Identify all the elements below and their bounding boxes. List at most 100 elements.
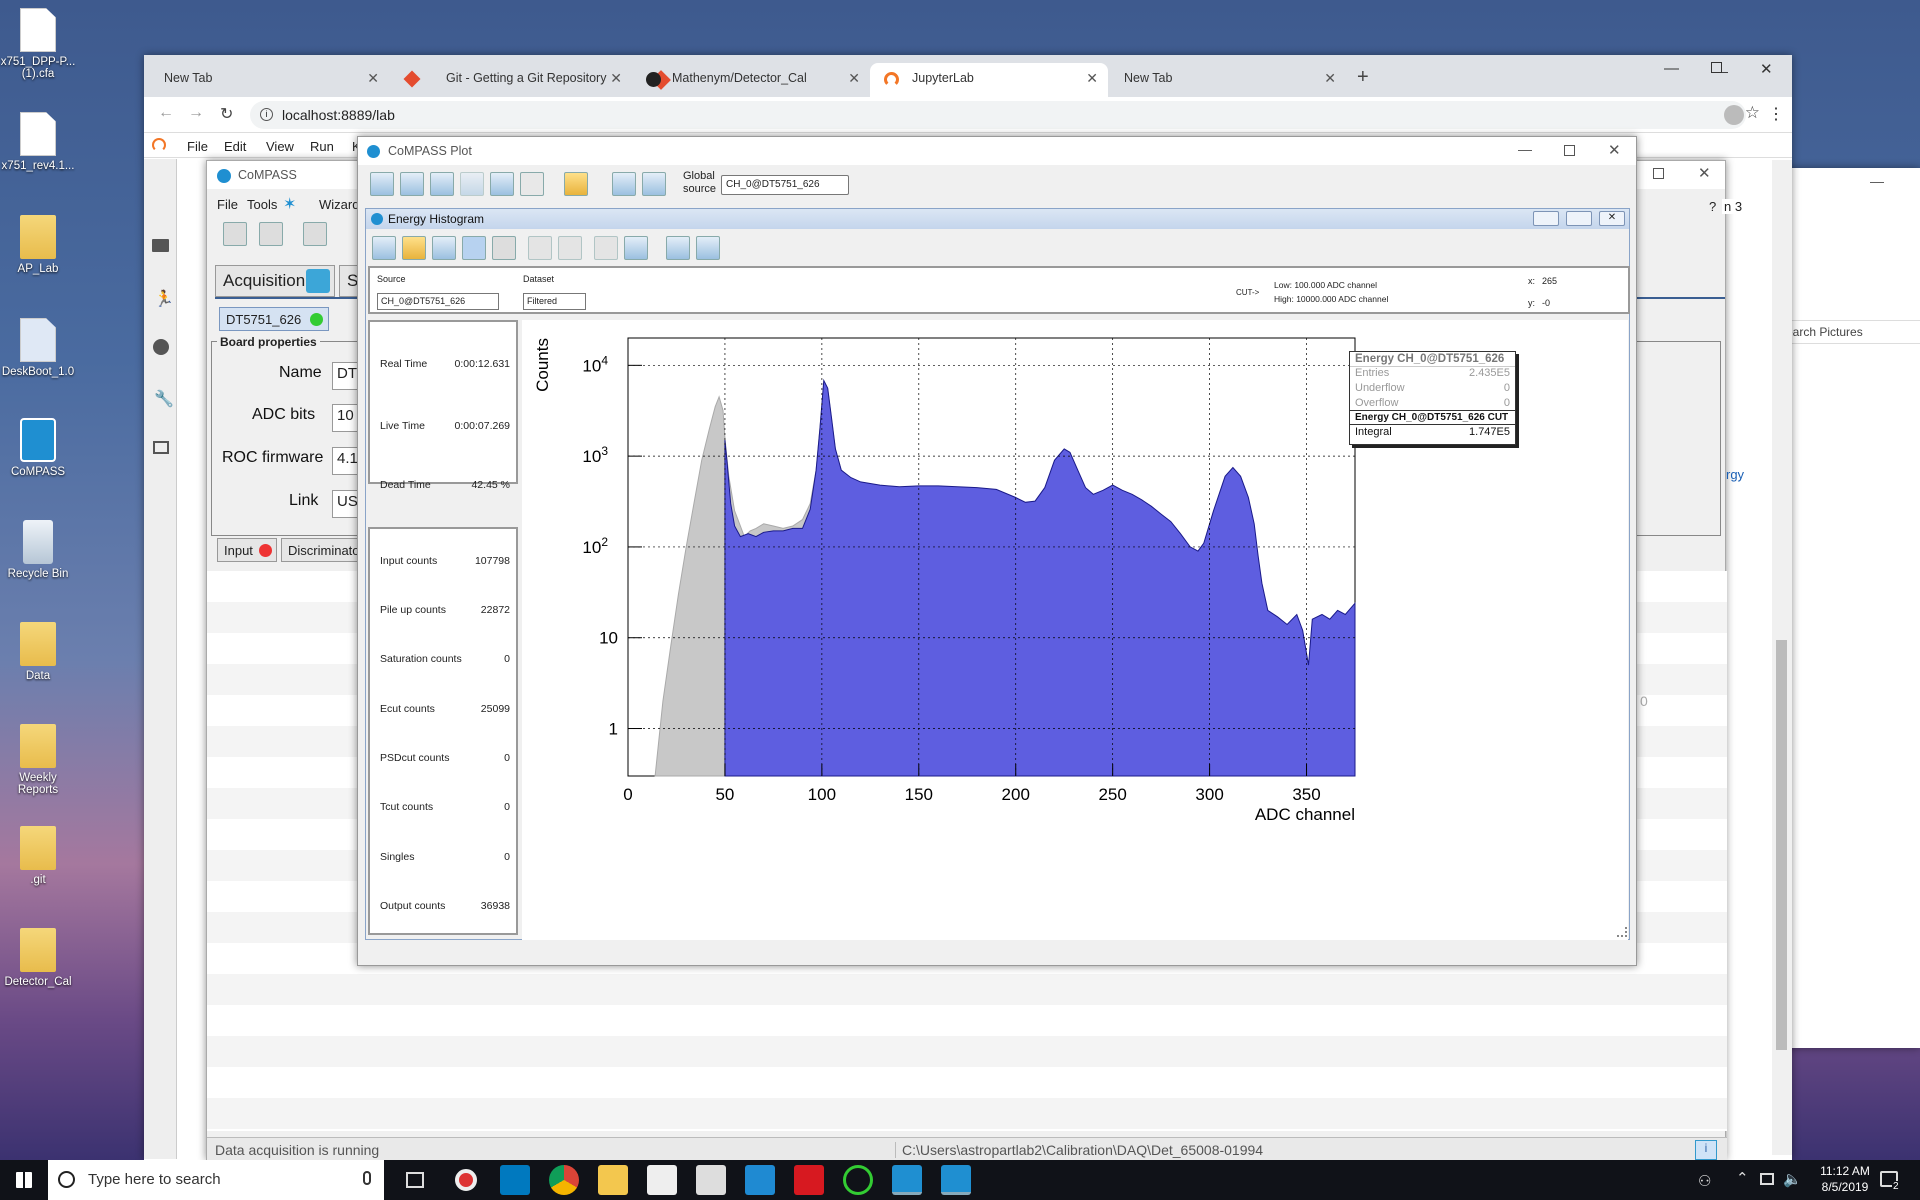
gaussian-fit-icon[interactable] xyxy=(492,236,516,260)
desktop-icon-rev-file[interactable]: x751_rev4.1... xyxy=(0,112,76,172)
close-tab-icon[interactable]: ✕ xyxy=(848,70,860,87)
url-bar[interactable]: i localhost:8889/lab ☆ xyxy=(250,101,1760,129)
zoom-icon[interactable] xyxy=(432,236,456,260)
histogram-minimize-button[interactable] xyxy=(1533,211,1559,226)
new-tab-icon[interactable]: + xyxy=(1357,66,1369,89)
network-icon[interactable] xyxy=(1760,1173,1774,1185)
board-tab[interactable]: DT5751_626 xyxy=(219,307,329,331)
menu-file[interactable]: File xyxy=(217,197,238,212)
close-tab-icon[interactable]: ✕ xyxy=(367,70,379,87)
vscode-icon[interactable] xyxy=(745,1165,775,1195)
export-icon[interactable] xyxy=(696,236,720,260)
running-icon[interactable]: 🏃 xyxy=(154,289,174,309)
close-tab-icon[interactable]: ✕ xyxy=(1086,70,1098,87)
compass-plot-taskbar-icon[interactable] xyxy=(941,1165,971,1195)
app-circle-icon[interactable] xyxy=(843,1165,873,1195)
open-folder-icon[interactable] xyxy=(402,236,426,260)
menu-view[interactable]: View xyxy=(266,139,294,154)
minimize-button[interactable]: — xyxy=(1870,173,1884,189)
cut-right-icon[interactable] xyxy=(558,236,582,260)
desktop-icon-deskboot[interactable]: DeskBoot_1.0 xyxy=(0,318,76,378)
tab-git[interactable]: Git - Getting a Git Repository ✕ xyxy=(394,63,671,95)
desktop-icon-ap-lab[interactable]: AP_Lab xyxy=(0,215,76,275)
window-minimize-button[interactable]: — xyxy=(1664,60,1679,77)
bookmark-star-icon[interactable]: ☆ xyxy=(1745,103,1760,123)
doc-icon[interactable] xyxy=(303,222,327,246)
cut-left-icon[interactable] xyxy=(528,236,552,260)
tab-acquisition[interactable]: Acquisition xyxy=(215,265,335,297)
grid-layout-icon[interactable] xyxy=(612,172,636,196)
menu-tools[interactable]: Tools xyxy=(247,197,277,212)
volume-icon[interactable]: 🔈 xyxy=(1783,1170,1802,1188)
store-icon[interactable] xyxy=(647,1165,677,1195)
close-tab-icon[interactable]: ✕ xyxy=(610,70,622,87)
clock-date[interactable]: 8/5/2019 xyxy=(1812,1180,1878,1194)
tab-new-2[interactable]: New Tab ✕ xyxy=(1108,63,1346,95)
desktop-icon-weekly-reports[interactable]: Weekly Reports xyxy=(0,724,76,796)
reload-icon[interactable]: ↻ xyxy=(220,104,233,124)
global-source-field[interactable]: CH_0@DT5751_626 xyxy=(721,175,849,195)
subtab-input[interactable]: Input xyxy=(217,538,277,562)
menu-kebab-icon[interactable]: ⋮ xyxy=(1768,104,1784,124)
windows-start-icon[interactable] xyxy=(16,1172,32,1188)
window-maximize-button[interactable] xyxy=(1711,62,1722,73)
desktop-icon-compass[interactable]: CoMPASS xyxy=(0,418,76,478)
clock-time[interactable]: 11:12 AM xyxy=(1812,1164,1878,1178)
tab-jupyterlab[interactable]: JupyterLab ✕ xyxy=(870,63,1108,97)
psd-plot-icon[interactable] xyxy=(460,172,484,196)
info-icon[interactable]: i xyxy=(1695,1140,1717,1160)
source-field[interactable]: CH_0@DT5751_626 xyxy=(377,293,499,310)
tab-new-1[interactable]: New Tab ✕ xyxy=(144,63,389,95)
desktop-icon-data[interactable]: Data xyxy=(0,622,76,682)
right-window-help[interactable]: ? xyxy=(1709,199,1716,214)
compass-taskbar-icon[interactable] xyxy=(892,1165,922,1195)
plot-minimize-button[interactable]: — xyxy=(1518,141,1532,157)
close-tab-icon[interactable]: ✕ xyxy=(1324,70,1336,87)
scatter-plot-icon[interactable] xyxy=(430,172,454,196)
dataset-field[interactable]: Filtered xyxy=(523,293,586,310)
profile-avatar-icon[interactable] xyxy=(1724,105,1744,125)
cut-active-icon[interactable] xyxy=(624,236,648,260)
compass-maximize-button[interactable] xyxy=(1653,168,1664,179)
folder-icon[interactable] xyxy=(152,239,169,252)
info-icon[interactable]: i xyxy=(260,108,273,121)
plot-maximize-button[interactable] xyxy=(1564,145,1575,156)
chrome-icon[interactable] xyxy=(549,1165,579,1195)
wrench-icon[interactable]: 🔧 xyxy=(154,389,174,409)
menu-run[interactable]: Run xyxy=(310,139,334,154)
task-view-icon[interactable] xyxy=(406,1172,424,1188)
trello-icon[interactable] xyxy=(500,1165,530,1195)
right-window-link[interactable]: rgy xyxy=(1726,467,1744,482)
app-n-icon[interactable] xyxy=(794,1165,824,1195)
camera-icon[interactable] xyxy=(666,236,690,260)
cascade-layout-icon[interactable] xyxy=(642,172,666,196)
tabs-icon[interactable] xyxy=(153,441,169,454)
desktop-icon-cfa-file[interactable]: x751_DPP-P... (1).cfa xyxy=(0,8,76,80)
scissors-icon[interactable] xyxy=(594,236,618,260)
scrollbar-right[interactable] xyxy=(1772,160,1792,1155)
plot-close-button[interactable]: ✕ xyxy=(1608,141,1621,159)
tab-github[interactable]: Mathenym/Detector_Cal ✕ xyxy=(632,63,870,95)
open-folder-icon[interactable] xyxy=(564,172,588,196)
histogram-close-button[interactable]: ✕ xyxy=(1599,211,1625,226)
desktop-icon-git[interactable]: .git xyxy=(0,826,76,886)
trace-icon[interactable] xyxy=(520,172,544,196)
window-close-button[interactable]: ✕ xyxy=(1760,60,1773,78)
app-icon-record[interactable] xyxy=(455,1169,477,1191)
plot-canvas[interactable]: 0 50 100 150 200 250 300 350 1 10 102 103 104 ADC cha… xyxy=(522,320,1628,940)
menu-edit[interactable]: Edit xyxy=(224,139,246,154)
palette-icon[interactable] xyxy=(153,339,169,355)
resize-grip-icon[interactable] xyxy=(1617,927,1627,937)
save-file-icon[interactable] xyxy=(259,222,283,246)
energy-histogram-window[interactable]: Energy Histogram ✕ Source CH_0@DT5751_62… xyxy=(365,208,1630,940)
taskbar-search-box[interactable]: Type here to search xyxy=(48,1160,384,1200)
desktop-icon-recycle-bin[interactable]: Recycle Bin xyxy=(0,520,76,580)
desktop-icon-detector-cal[interactable]: Detector_Cal xyxy=(0,928,76,988)
waveform-icon[interactable] xyxy=(490,172,514,196)
log-scale-icon[interactable] xyxy=(462,236,486,260)
menu-file[interactable]: File xyxy=(187,139,208,154)
forward-arrow-icon[interactable]: → xyxy=(188,104,204,122)
chevron-up-icon[interactable]: ⌃ xyxy=(1736,1169,1749,1187)
mail-icon[interactable] xyxy=(696,1165,726,1195)
compass-close-button[interactable]: ✕ xyxy=(1698,164,1711,182)
